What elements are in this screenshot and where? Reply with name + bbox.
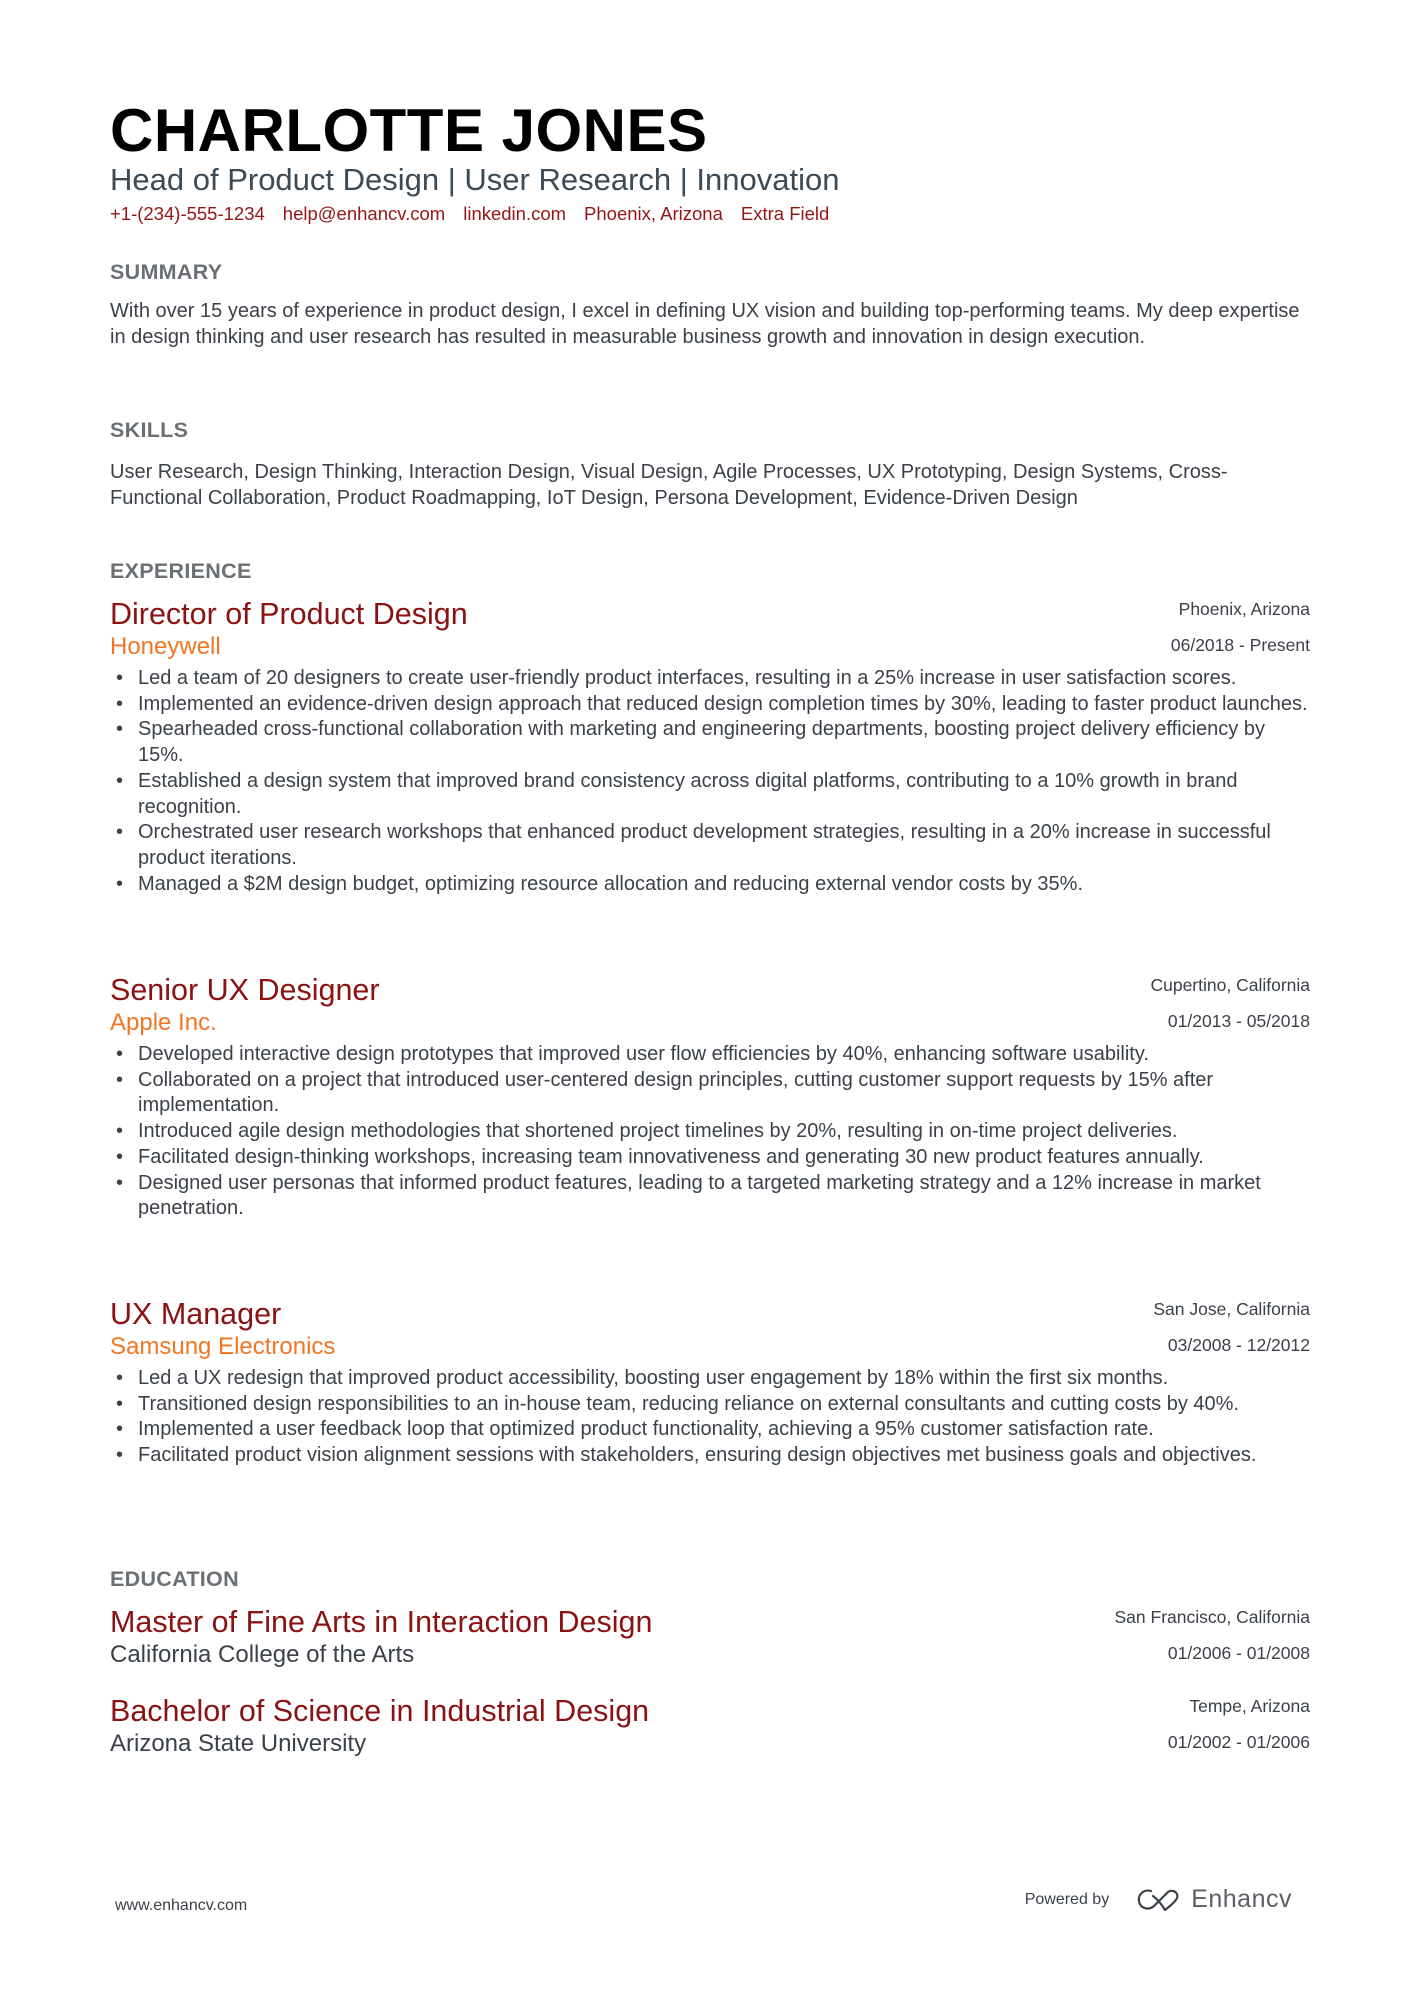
- bullet-item: Established a design system that improve…: [110, 769, 1310, 820]
- bullet-item: Managed a $2M design budget, optimizing …: [110, 872, 1310, 898]
- experience-heading: EXPERIENCE: [110, 559, 252, 583]
- school-location: Tempe, Arizona: [1189, 1696, 1310, 1716]
- bullet-item: Introduced agile design methodologies th…: [110, 1119, 1310, 1145]
- headline: Head of Product Design | User Research |…: [110, 162, 840, 197]
- job-dates: 01/2013 - 05/2018: [1167, 1011, 1310, 1031]
- footer-branding[interactable]: Powered by Enhancv: [1025, 1885, 1292, 1914]
- skills-text: User Research, Design Thinking, Interact…: [110, 461, 1228, 509]
- degree-title: Master of Fine Arts in Interaction Desig…: [110, 1605, 653, 1639]
- summary-text: With over 15 years of experience in prod…: [110, 300, 1300, 348]
- school-name: California College of the Arts: [110, 1641, 415, 1668]
- bullet-item: Facilitated product vision alignment ses…: [110, 1443, 1310, 1469]
- contact-location: Phoenix, Arizona: [584, 203, 723, 224]
- contact-email[interactable]: help@enhancv.com: [283, 203, 445, 224]
- skills-heading: SKILLS: [110, 418, 189, 442]
- footer-website[interactable]: www.enhancv.com: [115, 1897, 247, 1915]
- company-name: Samsung Electronics: [110, 1333, 336, 1360]
- summary-heading: SUMMARY: [110, 260, 223, 284]
- contact-phone[interactable]: +1-(234)-555-1234: [110, 203, 265, 224]
- job-title: Senior UX Designer: [110, 973, 380, 1007]
- education-dates: 01/2006 - 01/2008: [1167, 1643, 1310, 1663]
- enhancv-logo-icon: [1138, 1889, 1179, 1911]
- job-bullets: Led a UX redesign that improved product …: [110, 1366, 1310, 1469]
- job-dates: 06/2018 - Present: [1170, 635, 1310, 655]
- job-dates: 03/2008 - 12/2012: [1167, 1335, 1310, 1355]
- bullet-item: Implemented an evidence-driven design ap…: [110, 692, 1310, 718]
- bullet-item: Designed user personas that informed pro…: [110, 1171, 1310, 1222]
- job-bullets: Developed interactive design prototypes …: [110, 1042, 1310, 1222]
- bullet-item: Led a UX redesign that improved product …: [110, 1366, 1310, 1392]
- job-location: Cupertino, California: [1150, 975, 1310, 995]
- degree-title: Bachelor of Science in Industrial Design: [110, 1694, 650, 1728]
- job-bullets: Led a team of 20 designers to create use…: [110, 666, 1310, 897]
- bullet-item: Collaborated on a project that introduce…: [110, 1068, 1310, 1119]
- bullet-item: Led a team of 20 designers to create use…: [110, 666, 1310, 692]
- bullet-item: Facilitated design-thinking workshops, i…: [110, 1145, 1310, 1171]
- powered-by-label: Powered by: [1024, 1890, 1110, 1908]
- contact-line: +1-(234)-555-1234 help@enhancv.com linkedi…: [110, 201, 847, 227]
- bullet-item: Spearheaded cross-functional collaborati…: [110, 717, 1310, 768]
- contact-extra-field: Extra Field: [740, 203, 830, 224]
- bullet-item: Orchestrated user research workshops tha…: [110, 820, 1310, 871]
- company-name: Apple Inc.: [110, 1009, 217, 1036]
- bullet-item: Developed interactive design prototypes …: [110, 1042, 1310, 1068]
- enhancv-brand-name: Enhancv: [1191, 1885, 1292, 1913]
- candidate-name: CHARLOTTE JONES: [110, 97, 708, 164]
- education-heading: EDUCATION: [110, 1567, 239, 1591]
- school-location: San Francisco, California: [1114, 1607, 1311, 1627]
- school-name: Arizona State University: [110, 1730, 367, 1757]
- bullet-item: Transitioned design responsibilities to …: [110, 1392, 1310, 1418]
- company-name: Honeywell: [110, 633, 221, 660]
- job-location: Phoenix, Arizona: [1178, 599, 1310, 619]
- education-dates: 01/2002 - 01/2006: [1167, 1732, 1310, 1752]
- contact-linkedin[interactable]: linkedin.com: [463, 203, 566, 224]
- job-location: San Jose, California: [1153, 1299, 1310, 1319]
- bullet-item: Implemented a user feedback loop that op…: [110, 1417, 1310, 1443]
- job-title: Director of Product Design: [110, 597, 468, 631]
- job-title: UX Manager: [110, 1297, 282, 1331]
